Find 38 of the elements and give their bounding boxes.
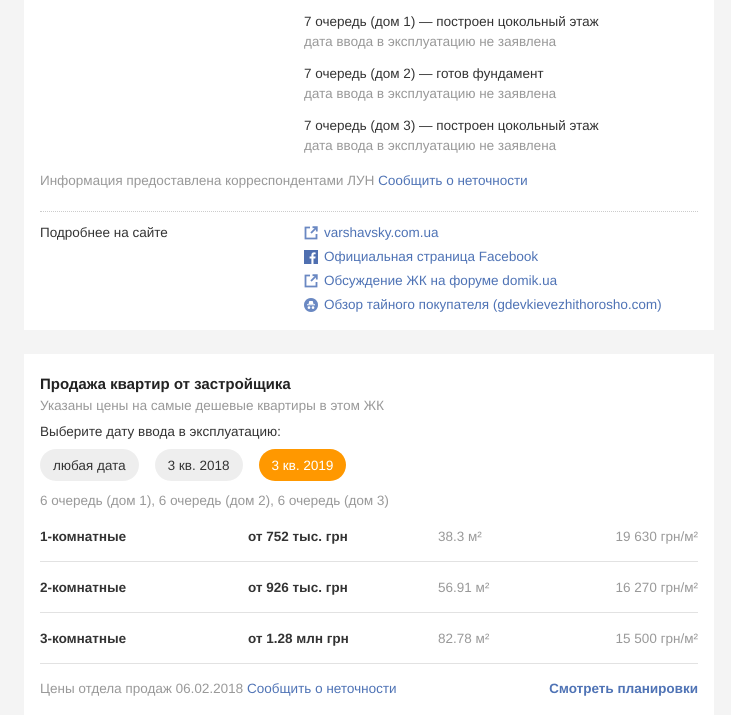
queue-status: 7 очередь (дом 2) — готов фундамент <box>304 65 545 83</box>
area: 56.91 м² <box>438 580 616 594</box>
price-per-m2: 16 270 грн/м² <box>616 580 698 594</box>
date-prompt: Выберите дату ввода в эксплуатацию: <box>40 423 282 441</box>
view-plans-link[interactable]: Смотреть планировки <box>549 679 698 699</box>
room-type: 1-комнатные <box>40 528 128 544</box>
commissioning-date: дата ввода в эксплуатацию не заявлена <box>304 85 558 103</box>
commissioning-date: дата ввода в эксплуатацию не заявлена <box>304 137 558 155</box>
price-per-m2: 15 500 грн/м² <box>616 630 698 646</box>
incognito-icon <box>304 298 318 312</box>
queue-status: 7 очередь (дом 1) — построен цокольный этаж <box>304 13 600 31</box>
queue-status: 7 очередь (дом 3) — построен цокольный этаж <box>304 117 600 135</box>
external-link-icon <box>304 226 318 240</box>
site-link[interactable]: Обзор тайного покупателя (gdevkievezhithorosho.com) <box>304 293 662 317</box>
room-type: 2-комнатные <box>40 580 128 594</box>
price: от 1.28 млн грн <box>248 630 350 646</box>
site-link[interactable]: Обсуждение ЖК на форуме domik.ua <box>304 269 662 293</box>
site-link[interactable]: varshavsky.com.ua <box>304 221 662 245</box>
price-per-m2: 19 630 грн/м² <box>616 528 698 544</box>
commissioning-date: дата ввода в эксплуатацию не заявлена <box>304 33 558 51</box>
more-label: Подробнее на сайте <box>40 225 168 240</box>
area: 82.78 м² <box>438 630 616 646</box>
section-title: Продажа квартир от застройщика <box>40 375 292 395</box>
room-type: 3-комнатные <box>40 630 128 646</box>
price: от 926 тыс. грн <box>248 580 349 594</box>
report-link[interactable]: Сообщить о неточности <box>378 173 528 188</box>
houses-list: 6 очередь (дом 1), 6 очередь (дом 2), 6 очередь (дом 3) <box>40 491 698 511</box>
external-link-icon <box>304 274 318 288</box>
date-filter-chip[interactable]: 3 кв. 2018 <box>154 449 242 481</box>
price: от 752 тыс. грн <box>248 528 349 544</box>
section-subtitle: Указаны цены на самые дешевые квартиры в этом ЖК <box>40 397 385 415</box>
source-note: Информация предоставлена корреспондентами ЛУН <box>40 173 374 188</box>
area: 38.3 м² <box>438 528 616 544</box>
site-link[interactable]: Официальная страница Facebook <box>304 245 662 269</box>
prices-date-note: Цены отдела продаж 06.02.2018 <box>40 681 244 696</box>
facebook-icon <box>304 250 318 264</box>
date-filter-chip[interactable]: любая дата <box>40 449 139 481</box>
report-link[interactable]: Сообщить о неточности <box>246 681 397 696</box>
